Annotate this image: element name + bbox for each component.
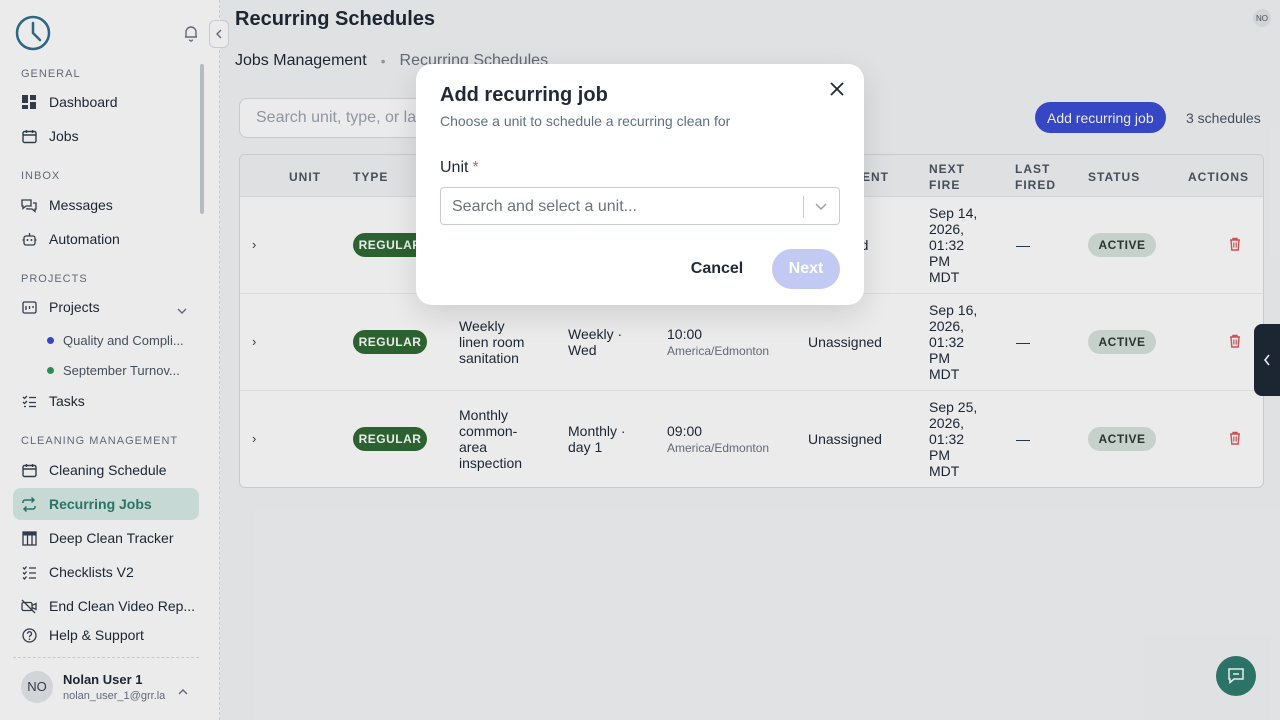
- add-recurring-job-dialog: Add recurring job Choose a unit to sched…: [416, 64, 864, 305]
- select-separator: [803, 196, 804, 218]
- unit-label-text: Unit: [440, 159, 469, 176]
- chevron-down-icon[interactable]: [811, 197, 831, 217]
- dialog-title: Add recurring job: [440, 84, 608, 106]
- next-button[interactable]: Next: [772, 249, 840, 289]
- close-icon[interactable]: [826, 78, 848, 100]
- unit-select-placeholder: Search and select a unit...: [452, 198, 637, 215]
- unit-field-label: Unit *: [440, 159, 479, 177]
- required-mark: *: [472, 159, 479, 176]
- unit-select[interactable]: Search and select a unit...: [440, 187, 840, 225]
- dialog-subtitle: Choose a unit to schedule a recurring cl…: [440, 113, 731, 129]
- cancel-button[interactable]: Cancel: [682, 250, 752, 288]
